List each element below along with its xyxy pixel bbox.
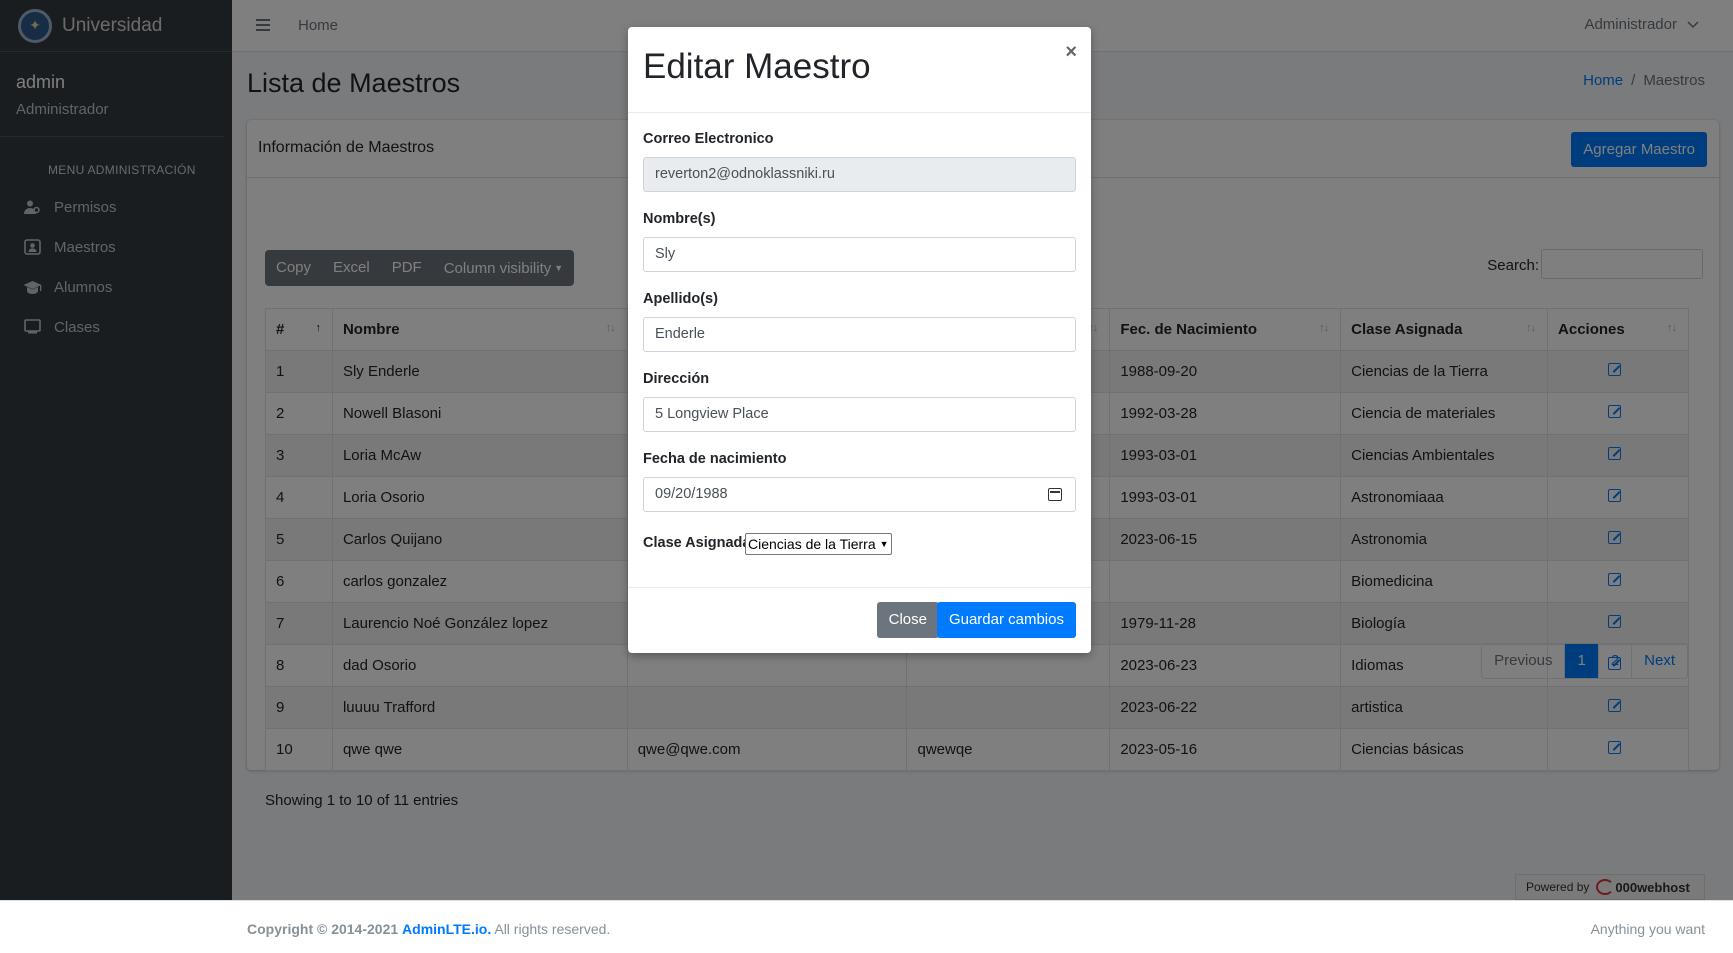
fecha-value: 09/20/1988 (655, 486, 728, 502)
modal-title: Editar Maestro (643, 47, 871, 86)
chevron-down-icon: ▼ (879, 539, 889, 549)
nombre-label: Nombre(s) (643, 211, 716, 227)
apellido-field[interactable]: Enderle (643, 317, 1076, 352)
modal-footer: Close Guardar cambios (628, 587, 1091, 653)
nombre-field[interactable]: Sly (643, 237, 1076, 272)
clase-select[interactable]: Ciencias de la Tierra ▼ (745, 533, 892, 555)
footer: Copyright © 2014-2021 AdminLTE.io. All r… (0, 900, 1733, 953)
edit-teacher-modal: Editar Maestro × Correo Electronico reve… (628, 27, 1091, 653)
rights-text: All rights reserved. (494, 921, 611, 937)
calendar-icon[interactable] (1048, 488, 1062, 501)
fecha-label: Fecha de nacimiento (643, 451, 787, 467)
save-changes-button[interactable]: Guardar cambios (936, 602, 1076, 638)
clase-select-value: Ciencias de la Tierra (748, 536, 876, 552)
close-button[interactable]: Close (876, 602, 939, 638)
clase-label: Clase Asignada (643, 535, 751, 551)
direccion-label: Dirección (643, 371, 710, 387)
direccion-field[interactable]: 5 Longview Place (643, 397, 1076, 432)
email-label: Correo Electronico (643, 131, 774, 147)
adminlte-link[interactable]: AdminLTE.io. (402, 921, 491, 937)
footer-right-text: Anything you want (1590, 921, 1705, 937)
fecha-field[interactable]: 09/20/1988 (643, 477, 1076, 512)
copyright-text: Copyright © 2014-2021 (247, 921, 399, 937)
apellido-label: Apellido(s) (643, 291, 718, 307)
clase-row: Clase Asignada Ciencias de la Tierra ▼ (643, 533, 1076, 555)
close-icon[interactable]: × (1065, 41, 1077, 64)
footer-copyright: Copyright © 2014-2021 AdminLTE.io. All r… (247, 921, 610, 937)
modal-header: Editar Maestro × (628, 27, 1091, 113)
email-field[interactable]: reverton2@odnoklassniki.ru (643, 157, 1076, 192)
